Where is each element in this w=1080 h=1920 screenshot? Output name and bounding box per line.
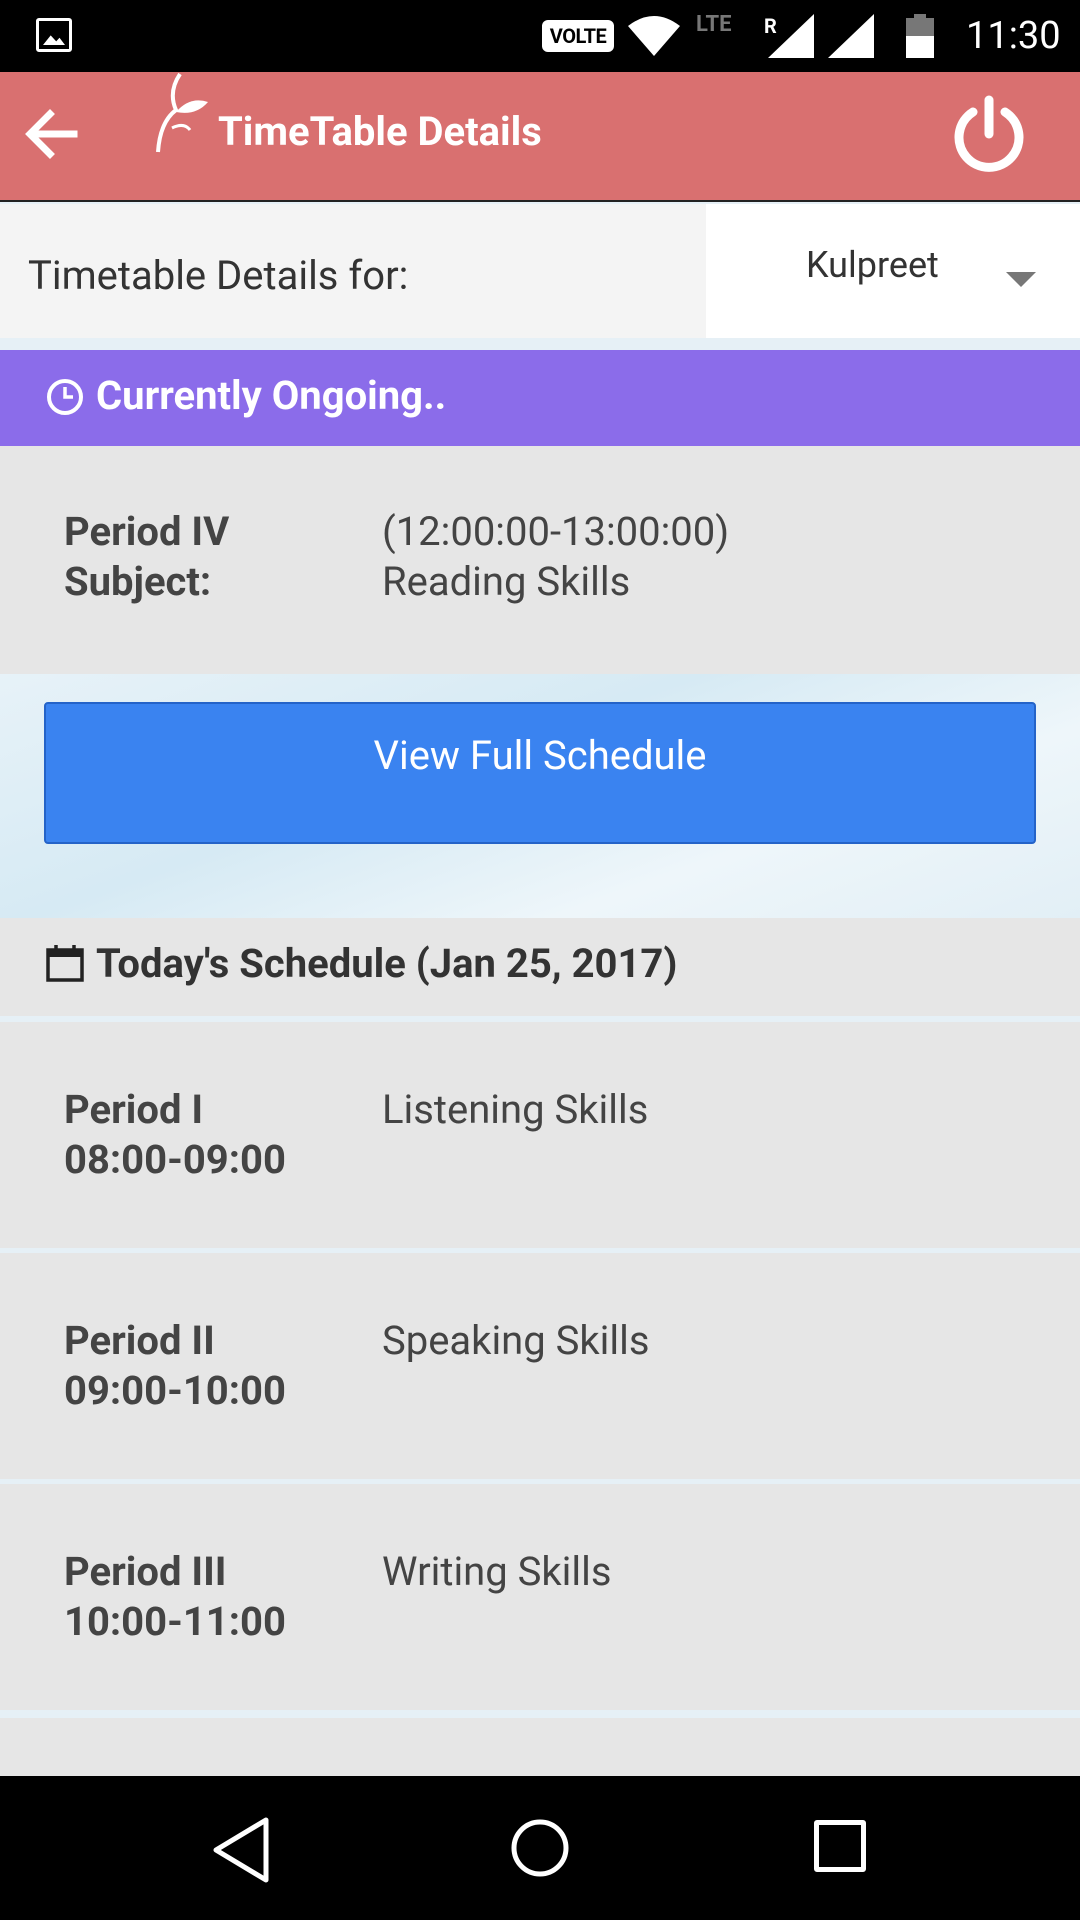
ongoing-header: Currently Ongoing.. bbox=[0, 350, 1080, 446]
schedule-period: Period III bbox=[64, 1548, 227, 1595]
schedule-list: Period I 08:00-09:00 Listening Skills Pe… bbox=[0, 1022, 1080, 1715]
power-icon[interactable] bbox=[948, 94, 1030, 176]
network-type-label: LTE bbox=[696, 12, 732, 37]
ongoing-title: Currently Ongoing.. bbox=[96, 372, 447, 419]
schedule-time: 09:00-10:00 bbox=[64, 1367, 286, 1414]
timetable-selector-row: Timetable Details for: Kulpreet bbox=[0, 204, 1080, 338]
schedule-subject: Writing Skills bbox=[382, 1548, 612, 1595]
nav-home-icon[interactable] bbox=[510, 1818, 570, 1878]
calendar-icon bbox=[46, 945, 84, 982]
ongoing-subject-label: Subject: bbox=[64, 558, 212, 605]
view-full-schedule-button[interactable]: View Full Schedule bbox=[44, 702, 1036, 844]
leaf-logo-icon bbox=[156, 72, 208, 153]
system-nav-bar bbox=[0, 1776, 1080, 1920]
clock-time: 11:30 bbox=[966, 14, 1061, 58]
schedule-row[interactable]: Period I 08:00-09:00 Listening Skills bbox=[0, 1022, 1080, 1248]
selector-label: Timetable Details for: bbox=[28, 252, 409, 299]
schedule-time: 08:00-09:00 bbox=[64, 1136, 286, 1183]
wifi-icon bbox=[628, 16, 680, 56]
signal-strength-icon bbox=[768, 14, 814, 58]
student-dropdown[interactable]: Kulpreet bbox=[706, 204, 1080, 338]
ongoing-period-time: (12:00:00-13:00:00) bbox=[382, 508, 730, 555]
today-schedule-header: Today's Schedule (Jan 25, 2017) bbox=[0, 918, 1080, 1016]
battery-icon bbox=[906, 14, 934, 58]
ongoing-subject-value: Reading Skills bbox=[382, 558, 631, 605]
schedule-period: Period II bbox=[64, 1317, 215, 1364]
status-bar: VOLTE LTE R 11:30 bbox=[0, 0, 1080, 72]
volte-badge: VOLTE bbox=[542, 20, 614, 52]
schedule-row[interactable]: Period II 09:00-10:00 Speaking Skills bbox=[0, 1253, 1080, 1479]
app-bar: TimeTable Details bbox=[0, 72, 1080, 202]
schedule-subject: Speaking Skills bbox=[382, 1317, 650, 1364]
schedule-time: 10:00-11:00 bbox=[64, 1598, 286, 1645]
caret-down-icon bbox=[1006, 272, 1036, 287]
page-title: TimeTable Details bbox=[218, 108, 542, 155]
gallery-notification-icon bbox=[36, 18, 72, 52]
back-arrow-icon[interactable] bbox=[18, 100, 86, 168]
nav-back-icon[interactable] bbox=[212, 1816, 272, 1884]
schedule-row-partial[interactable] bbox=[0, 1718, 1080, 1776]
signal-strength-icon-2 bbox=[828, 14, 874, 58]
today-schedule-title: Today's Schedule (Jan 25, 2017) bbox=[96, 940, 678, 987]
button-area: View Full Schedule bbox=[0, 674, 1080, 918]
schedule-subject: Listening Skills bbox=[382, 1086, 649, 1133]
clock-icon bbox=[47, 379, 83, 415]
nav-recent-apps-icon[interactable] bbox=[814, 1820, 866, 1872]
ongoing-period-label: Period IV bbox=[64, 508, 230, 555]
ongoing-card: Period IV Subject: (12:00:00-13:00:00) R… bbox=[0, 446, 1080, 674]
schedule-period: Period I bbox=[64, 1086, 204, 1133]
student-dropdown-value: Kulpreet bbox=[806, 244, 939, 286]
schedule-row[interactable]: Period III 10:00-11:00 Writing Skills bbox=[0, 1484, 1080, 1710]
